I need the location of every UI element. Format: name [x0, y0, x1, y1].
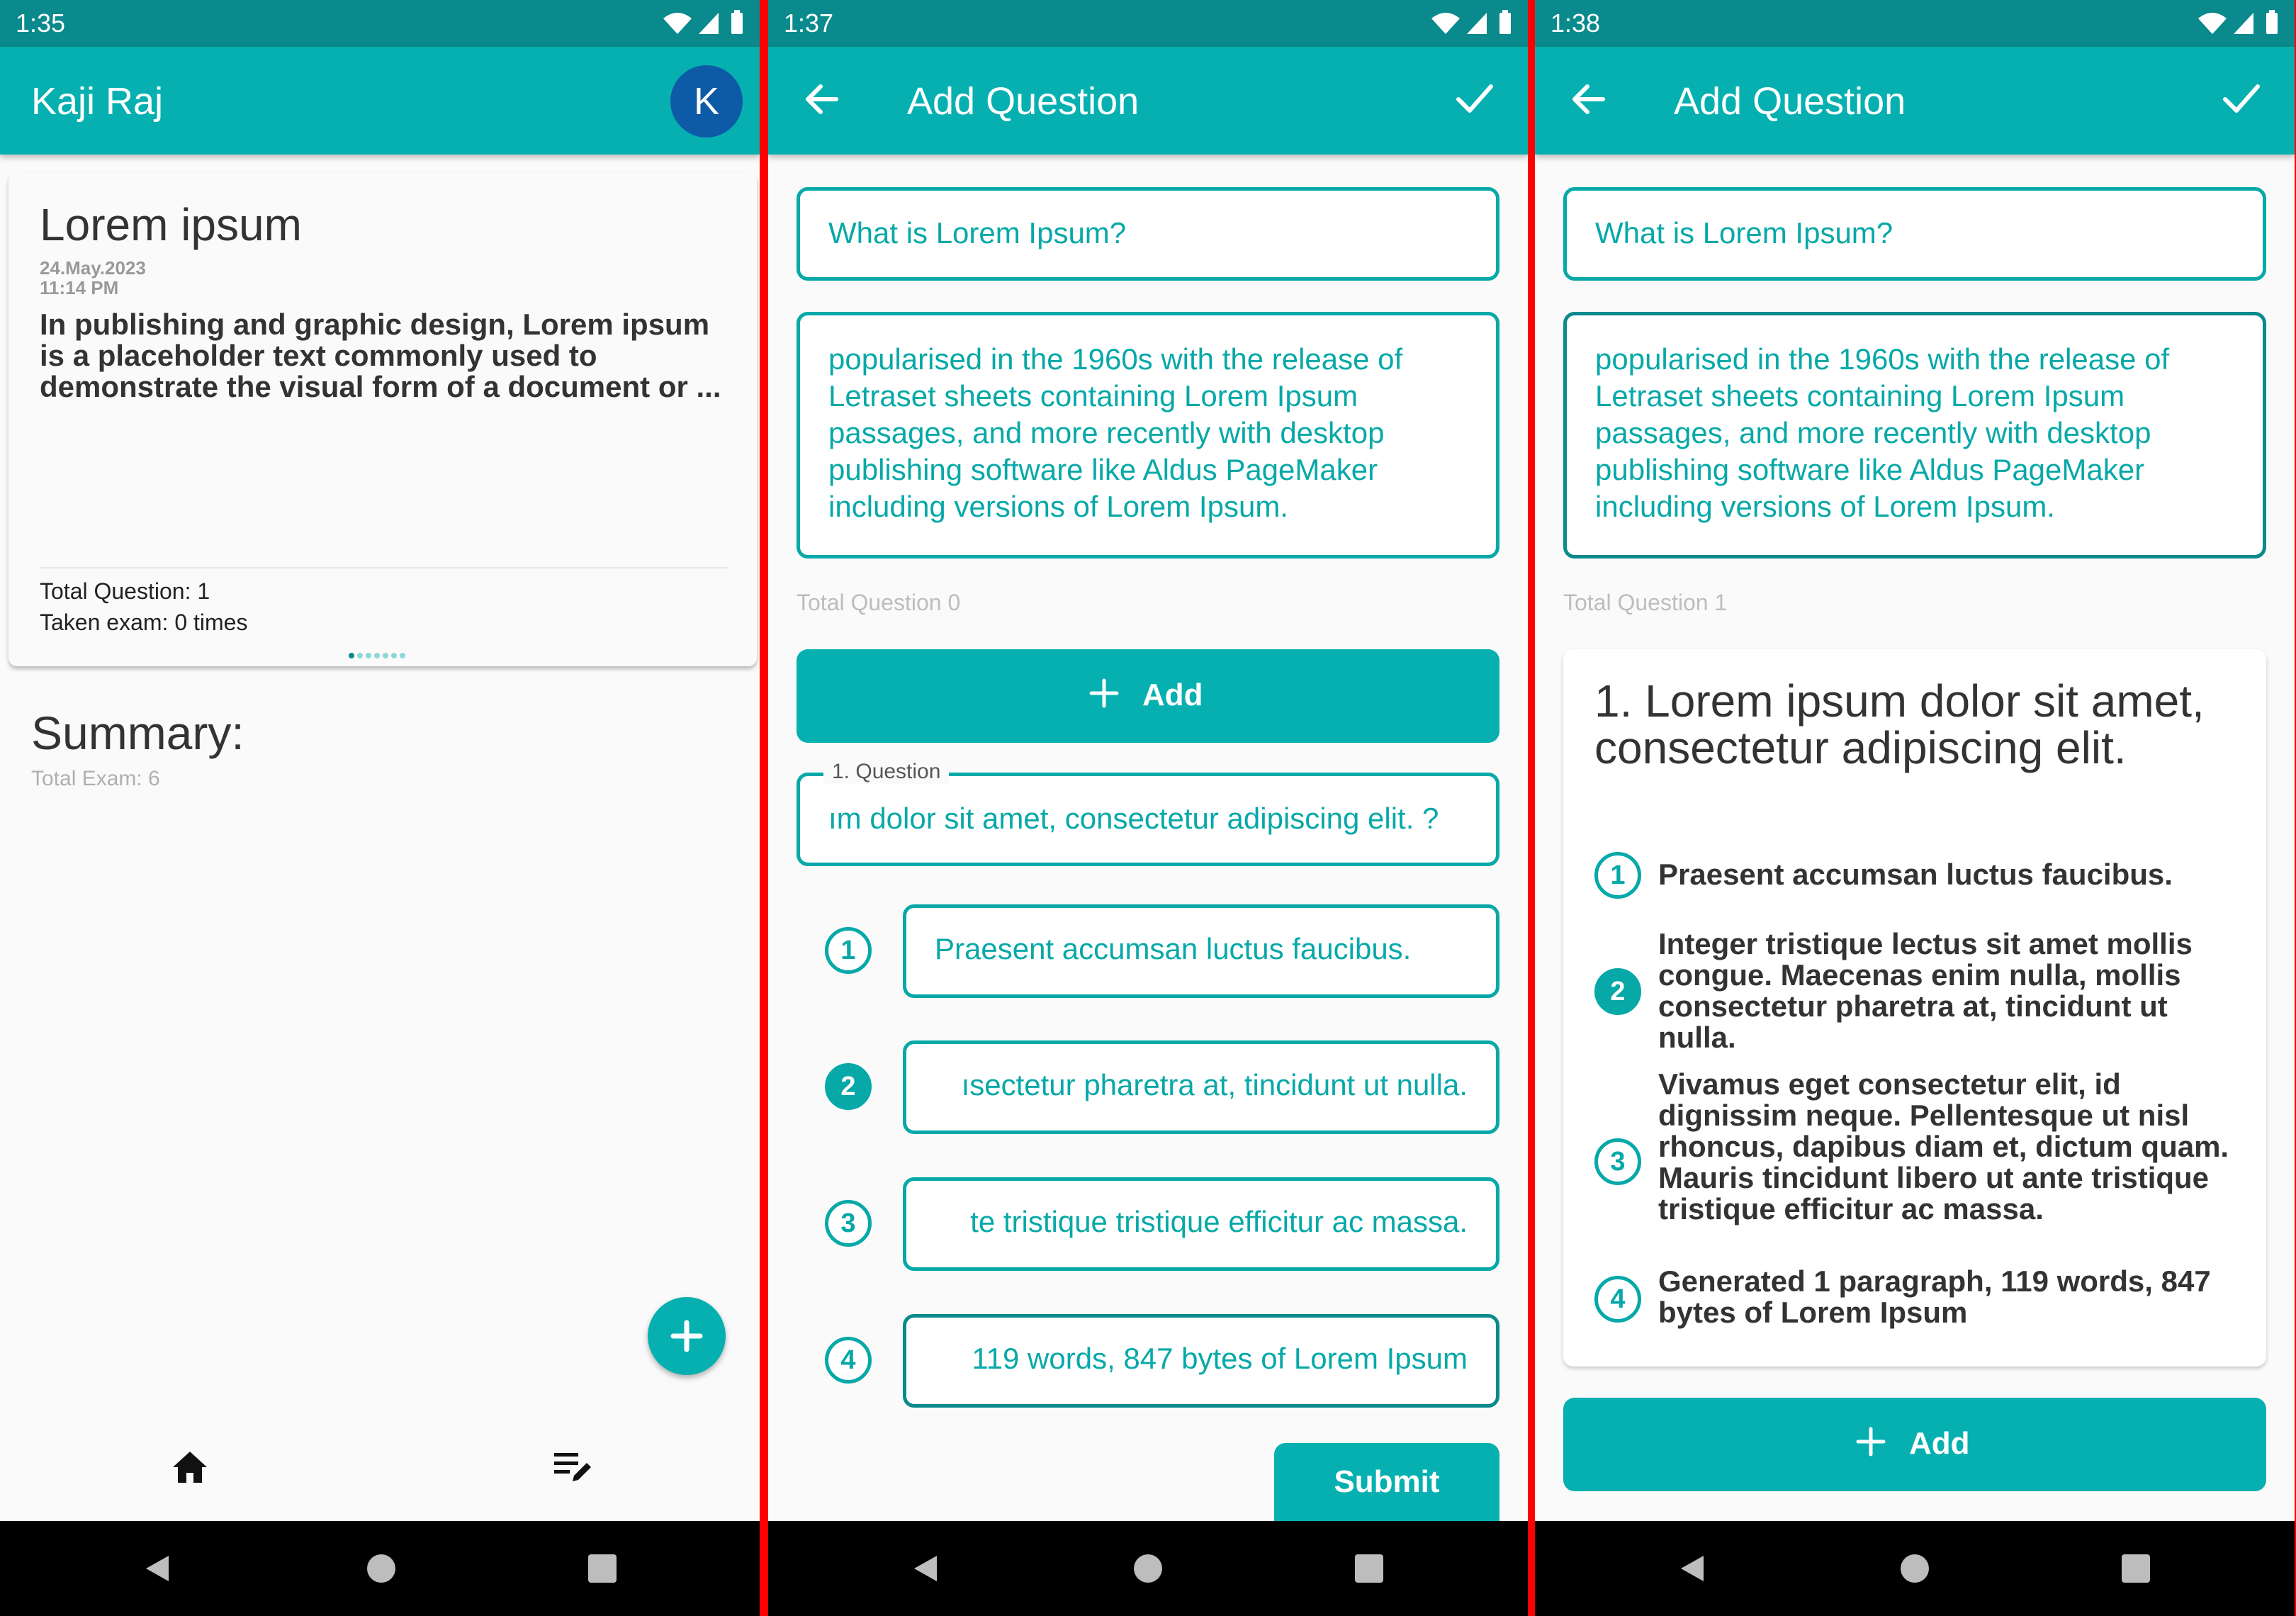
status-time: 1:35	[16, 9, 66, 38]
option-input-4[interactable]: 119 words, 847 bytes of Lorem Ipsum	[903, 1314, 1499, 1408]
option-number-1: 1	[1594, 852, 1641, 899]
plus-icon	[1089, 678, 1119, 708]
add-button[interactable]: Add	[1563, 1398, 2266, 1491]
option-input-1[interactable]: Praesent accumsan luctus faucibus.	[903, 904, 1499, 998]
home-nav-icon[interactable]	[1899, 1553, 1930, 1584]
option-number-3[interactable]: 3	[825, 1200, 872, 1247]
avatar[interactable]: K	[670, 65, 743, 138]
total-question-text: Total Question 1	[1563, 590, 1728, 615]
option-number-1[interactable]: 1	[825, 927, 872, 974]
check-icon[interactable]	[1451, 75, 1497, 120]
status-icons	[2198, 10, 2278, 34]
option-number-2-correct: 2	[1594, 968, 1641, 1015]
option-input-2[interactable]: ısectetur pharetra at, tincidunt ut null…	[903, 1040, 1499, 1134]
back-nav-icon[interactable]	[142, 1553, 173, 1584]
app-title: Add Question	[907, 80, 1139, 123]
exam-card[interactable]: Lorem ipsum 24.May.2023 11:14 PM In publ…	[9, 173, 757, 666]
app-title: Add Question	[1674, 80, 1906, 123]
exam-title-input[interactable]: What is Lorem Ipsum?	[797, 187, 1499, 281]
status-time: 1:38	[1551, 9, 1601, 38]
add-question-screen-editing: 1:37 Add Question What is Lorem Ipsum? p…	[768, 0, 1528, 1616]
option-number-2-correct[interactable]: 2	[825, 1063, 872, 1110]
summary-total-exam: Total Exam: 6	[31, 767, 160, 790]
option-text-4: Generated 1 paragraph, 119 words, 847 by…	[1658, 1264, 2211, 1329]
status-time: 1:37	[784, 9, 834, 38]
add-button-label: Add	[1142, 678, 1203, 712]
option-number-4: 4	[1594, 1276, 1641, 1323]
exam-description-input[interactable]: popularised in the 1960s with the releas…	[797, 312, 1499, 559]
back-arrow-icon[interactable]	[1566, 77, 1611, 122]
question-card[interactable]: 1. Lorem ipsum dolor sit amet, consectet…	[1563, 649, 2266, 1367]
recents-nav-icon[interactable]	[1354, 1553, 1385, 1584]
status-bar: 1:37	[768, 0, 1528, 47]
add-button[interactable]: Add	[797, 649, 1499, 743]
system-nav-bar	[768, 1521, 1528, 1616]
taken-exam-text: Taken exam: 0 times	[40, 610, 248, 635]
home-nav-icon[interactable]	[366, 1553, 397, 1584]
add-question-screen-saved: 1:38 Add Question What is Lorem Ipsum? p…	[1535, 0, 2295, 1616]
app-bar: Add Question	[1535, 47, 2295, 155]
status-icons	[1431, 10, 1511, 34]
exam-date-time: 11:14 PM	[40, 277, 119, 298]
option-number-3: 3	[1594, 1138, 1641, 1185]
option-text-2: Integer tristique lectus sit amet mollis…	[1658, 927, 2193, 1054]
exam-description: In publishing and graphic design, Lorem …	[40, 309, 721, 403]
app-bar: Add Question	[768, 47, 1528, 155]
exam-title: Lorem ipsum	[40, 199, 302, 250]
option-number-4[interactable]: 4	[825, 1337, 872, 1384]
page-indicator	[349, 649, 408, 658]
question-input-label: 1. Question	[823, 760, 950, 784]
app-bar: Kaji Raj K	[0, 47, 760, 155]
app-title: Kaji Raj	[31, 80, 164, 123]
total-question-text: Total Question: 1	[40, 578, 210, 604]
home-icon[interactable]	[170, 1447, 210, 1487]
back-nav-icon[interactable]	[910, 1553, 941, 1584]
recents-nav-icon[interactable]	[587, 1553, 618, 1584]
summary-title: Summary:	[31, 707, 244, 759]
question-title: 1. Lorem ipsum dolor sit amet, consectet…	[1594, 675, 2205, 773]
status-bar: 1:38	[1535, 0, 2295, 47]
add-button-label: Add	[1909, 1426, 1970, 1461]
edit-note-icon[interactable]	[551, 1447, 594, 1487]
exam-title-input[interactable]: What is Lorem Ipsum?	[1563, 187, 2266, 281]
system-nav-bar	[1535, 1521, 2295, 1616]
status-icons	[663, 10, 743, 34]
exam-date: 24.May.2023 11:14 PM	[40, 258, 252, 298]
back-arrow-icon[interactable]	[799, 77, 845, 122]
home-screen: 1:35 Kaji Raj K Lorem ipsum 24.May.2023 …	[0, 0, 760, 1616]
plus-icon	[1856, 1427, 1886, 1457]
home-nav-icon[interactable]	[1132, 1553, 1164, 1584]
option-text-3: Vivamus eget consectetur elit, id dignis…	[1658, 1067, 2229, 1225]
recents-nav-icon[interactable]	[2120, 1553, 2151, 1584]
system-nav-bar	[0, 1521, 760, 1616]
exam-date-day: 24.May.2023	[40, 257, 146, 279]
status-bar: 1:35	[0, 0, 760, 47]
add-exam-fab[interactable]	[648, 1297, 726, 1375]
check-icon[interactable]	[2218, 75, 2263, 120]
option-text-1: Praesent accumsan luctus faucibus.	[1658, 858, 2173, 891]
plus-icon	[670, 1320, 703, 1352]
total-question-text: Total Question 0	[797, 590, 961, 615]
back-nav-icon[interactable]	[1677, 1553, 1708, 1584]
exam-description-input[interactable]: popularised in the 1960s with the releas…	[1563, 312, 2266, 559]
divider	[40, 567, 728, 568]
question-input[interactable]: ım dolor sit amet, consectetur adipiscin…	[797, 773, 1499, 866]
option-input-3[interactable]: te tristique tristique efficitur ac mass…	[903, 1177, 1499, 1271]
